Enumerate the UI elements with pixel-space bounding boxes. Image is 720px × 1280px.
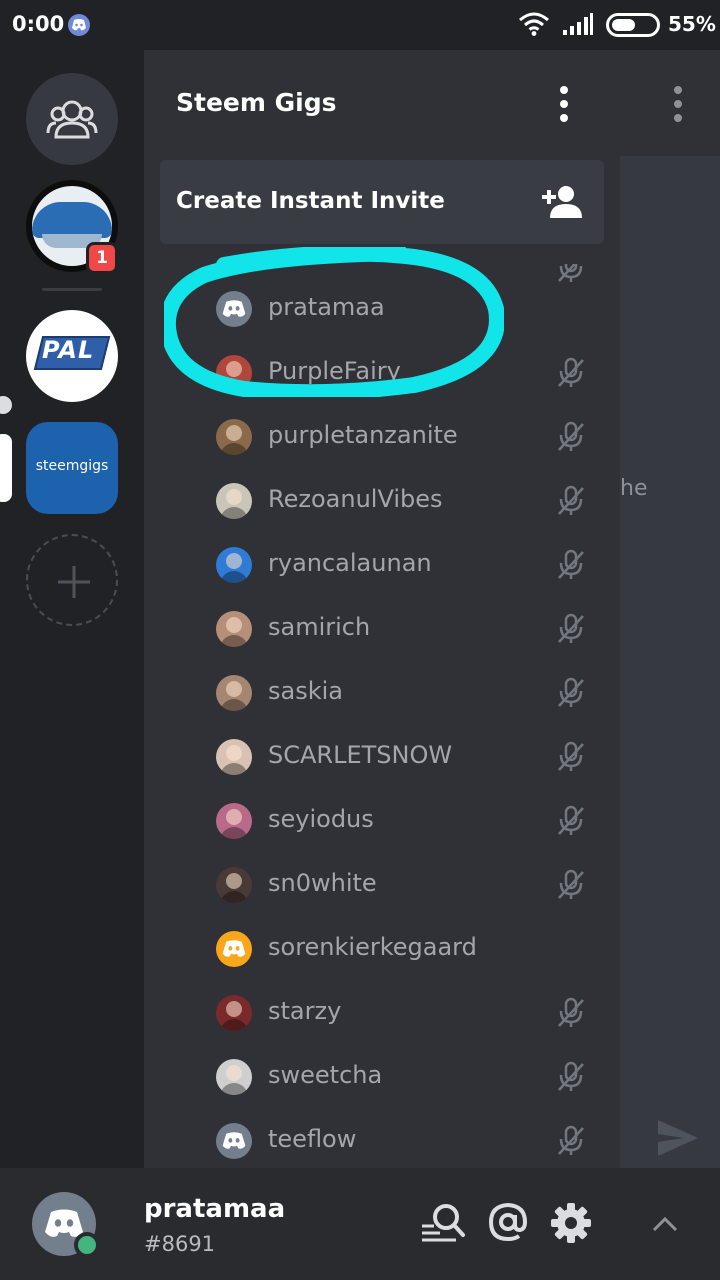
member-name: SCARLETSNOW <box>268 741 453 769</box>
muted-mic-icon <box>556 421 586 457</box>
friends-icon <box>46 100 98 139</box>
rail-divider <box>42 288 102 291</box>
member-avatar <box>216 803 252 839</box>
server-name[interactable]: Steem Gigs <box>176 88 337 117</box>
pal-logo-text: PAL <box>42 336 95 364</box>
muted-mic-icon <box>556 1061 586 1097</box>
member-row[interactable]: ryancalaunan <box>144 533 620 597</box>
member-name: sorenkierkegaard <box>268 933 477 961</box>
member-row[interactable]: seyiodus <box>144 789 620 853</box>
member-avatar <box>216 931 252 967</box>
member-name: teeflow <box>268 1125 357 1153</box>
member-row[interactable]: sn0white <box>144 853 620 917</box>
muted-mic-icon <box>556 1125 586 1161</box>
member-row[interactable]: starzy <box>144 981 620 1045</box>
member-row[interactable]: sweetcha <box>144 1045 620 1109</box>
member-avatar <box>216 1059 252 1095</box>
member-avatar <box>216 419 252 455</box>
clock: 0:00 <box>12 12 65 36</box>
member-avatar <box>216 739 252 775</box>
muted-mic-icon <box>556 485 586 521</box>
member-row[interactable]: purpletanzanite <box>144 405 620 469</box>
member-name: starzy <box>268 997 342 1025</box>
muted-mic-icon <box>556 357 586 393</box>
signal-icon <box>563 13 593 35</box>
settings-gear-icon[interactable] <box>550 1202 592 1244</box>
add-server-button[interactable] <box>26 534 118 626</box>
chat-background: he <box>620 50 720 1168</box>
create-invite-label: Create Instant Invite <box>176 188 445 214</box>
member-name: saskia <box>268 677 343 705</box>
member-name: purpletanzanite <box>268 421 458 449</box>
steemgigs-logo-text: steemgigs <box>35 458 109 474</box>
chat-header <box>620 50 720 156</box>
server-icon-steemgigs[interactable]: steemgigs <box>26 422 118 514</box>
member-avatar <box>216 995 252 1031</box>
member-row[interactable]: sorenkierkegaard <box>144 917 620 981</box>
member-avatar <box>216 675 252 711</box>
search-icon[interactable] <box>420 1202 466 1242</box>
member-row[interactable]: SCARLETSNOW <box>144 725 620 789</box>
muted-mic-icon <box>556 997 586 1033</box>
battery-icon <box>606 13 660 37</box>
user-name: pratamaa <box>144 1194 286 1224</box>
wifi-icon <box>519 12 549 36</box>
member-row[interactable]: saskia <box>144 661 620 725</box>
member-name: samirich <box>268 613 371 641</box>
server-rail: 1 PAL steemgigs <box>0 50 144 1168</box>
member-row[interactable]: teeflow <box>144 1109 620 1168</box>
muted-mic-icon <box>556 741 586 777</box>
add-user-icon <box>542 186 582 218</box>
muted-mic-icon <box>556 677 586 713</box>
muted-mic-icon <box>556 869 586 905</box>
online-status-indicator <box>74 1232 100 1258</box>
chat-menu-kebab-icon[interactable] <box>672 86 684 122</box>
friends-button[interactable] <box>26 73 118 165</box>
member-avatar <box>216 611 252 647</box>
muted-mic-icon <box>556 549 586 585</box>
battery-percent: 55% <box>668 12 716 36</box>
muted-mic-icon <box>556 613 586 649</box>
server-panel: Steem Gigs Create Instant Invite pratama… <box>144 50 620 1168</box>
create-invite-button[interactable]: Create Instant Invite <box>160 160 604 244</box>
member-row[interactable]: samirich <box>144 597 620 661</box>
status-bar: 0:00 55% <box>0 0 720 50</box>
member-name: RezoanulVibes <box>268 485 443 513</box>
plus-icon <box>58 566 90 598</box>
unread-indicator <box>0 396 12 414</box>
user-panel: pratamaa #8691 <box>0 1168 720 1280</box>
member-row[interactable]: RezoanulVibes <box>144 469 620 533</box>
member-avatar <box>216 1123 252 1159</box>
member-avatar <box>216 547 252 583</box>
member-name: sn0white <box>268 869 377 897</box>
member-name: ryancalaunan <box>268 549 432 577</box>
member-avatar <box>216 483 252 519</box>
chat-partial-text: he <box>620 476 648 501</box>
member-name: sweetcha <box>268 1061 383 1089</box>
mentions-icon[interactable] <box>488 1202 528 1242</box>
unread-badge: 1 <box>86 242 118 274</box>
server-menu-kebab-icon[interactable] <box>556 86 572 122</box>
user-discriminator: #8691 <box>144 1232 216 1256</box>
member-name: seyiodus <box>268 805 374 833</box>
discord-notification-icon <box>68 14 90 36</box>
send-icon[interactable] <box>656 1118 700 1158</box>
muted-mic-icon <box>556 264 586 288</box>
server-icon-pal[interactable]: PAL <box>26 310 118 402</box>
muted-mic-icon <box>556 805 586 841</box>
member-avatar <box>216 867 252 903</box>
chevron-up-icon[interactable] <box>652 1216 678 1232</box>
selected-indicator <box>0 434 12 502</box>
hand-drawn-highlight-circle <box>164 247 504 397</box>
